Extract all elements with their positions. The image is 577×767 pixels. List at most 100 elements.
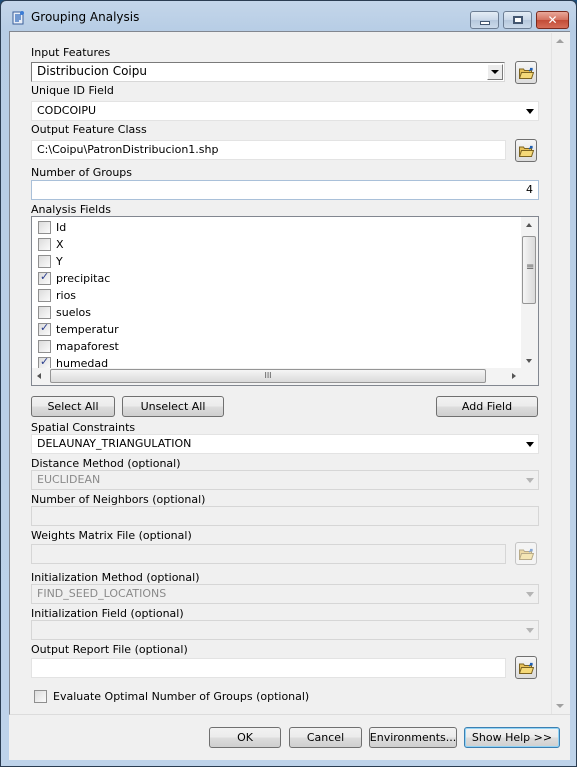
horizontal-scroll-thumb[interactable]: III — [50, 369, 486, 383]
analysis-field-checkbox[interactable] — [38, 321, 51, 336]
spatial-constraints-dropdown[interactable]: DELAUNAY_TRIANGULATION — [31, 434, 539, 454]
analysis-field-name: temperatur — [56, 323, 119, 336]
analysis-field-checkbox[interactable] — [38, 270, 51, 285]
initialization-field-label: Initialization Field (optional) — [31, 607, 184, 620]
open-folder-icon — [519, 662, 534, 674]
show-help-button[interactable]: Show Help >> — [464, 727, 560, 748]
initialization-method-value: FIND_SEED_LOCATIONS — [37, 587, 167, 600]
analysis-field-checkbox[interactable] — [38, 221, 51, 234]
input-features-browse-button[interactable] — [515, 61, 537, 84]
analysis-field-item[interactable]: suelos — [38, 304, 91, 321]
chevron-down-icon[interactable] — [487, 64, 503, 80]
evaluate-optimal-checkbox-row[interactable]: Evaluate Optimal Number of Groups (optio… — [34, 690, 309, 703]
vertical-scroll-thumb[interactable] — [522, 236, 536, 304]
input-features-value: Distribucion Coipu — [37, 64, 147, 78]
open-folder-icon — [519, 67, 534, 79]
distance-method-label: Distance Method (optional) — [31, 457, 181, 470]
number-of-groups-value: 4 — [526, 183, 533, 196]
analysis-field-checkbox[interactable] — [38, 238, 51, 251]
open-folder-icon — [519, 145, 534, 157]
analysis-field-item[interactable]: temperatur — [38, 321, 119, 338]
scroll-up-icon[interactable] — [526, 223, 532, 227]
initialization-field-dropdown[interactable] — [31, 620, 539, 640]
add-field-button[interactable]: Add Field — [436, 396, 538, 417]
title-bar[interactable]: Grouping Analysis ✕ — [1, 1, 576, 32]
analysis-field-item[interactable]: Y — [38, 253, 63, 270]
initialization-method-dropdown[interactable]: FIND_SEED_LOCATIONS — [31, 584, 539, 604]
analysis-field-checkbox[interactable] — [38, 289, 51, 302]
output-feature-class-label: Output Feature Class — [31, 123, 147, 136]
input-features-label: Input Features — [31, 46, 111, 59]
chevron-down-icon — [526, 592, 534, 597]
minimize-button[interactable] — [470, 11, 499, 29]
scroll-left-icon[interactable] — [37, 373, 41, 379]
unique-id-field-label: Unique ID Field — [31, 84, 114, 97]
open-folder-icon — [519, 548, 534, 560]
output-report-file-label: Output Report File (optional) — [31, 643, 188, 656]
output-report-browse-button[interactable] — [515, 656, 537, 679]
output-feature-class-input[interactable]: C:\Coipu\PatronDistribucion1.shp — [31, 140, 506, 160]
dialog-client-area: Input Features Distribucion Coipu Unique… — [9, 31, 570, 760]
analysis-field-item[interactable]: rios — [38, 287, 76, 304]
analysis-field-item[interactable]: Id — [38, 219, 66, 236]
analysis-field-checkbox[interactable] — [38, 255, 51, 268]
scroll-down-icon[interactable] — [556, 704, 564, 708]
analysis-fields-list[interactable]: Id XYprecipitac rios suelos temperatur mapafo… — [31, 216, 539, 386]
analysis-fields-horizontal-scrollbar[interactable]: III — [32, 368, 521, 385]
parameters-vertical-scrollbar[interactable] — [551, 33, 568, 714]
window-title: Grouping Analysis — [31, 10, 140, 24]
evaluate-optimal-checkbox[interactable] — [34, 690, 47, 703]
ok-button[interactable]: OK — [209, 727, 281, 748]
output-feature-class-browse-button[interactable] — [515, 139, 537, 162]
minimize-icon — [479, 20, 490, 25]
distance-method-dropdown[interactable]: EUCLIDEAN — [31, 470, 539, 490]
spatial-constraints-label: Spatial Constraints — [31, 421, 136, 434]
chevron-down-icon — [526, 442, 534, 447]
initialization-method-label: Initialization Method (optional) — [31, 571, 200, 584]
close-button[interactable]: ✕ — [536, 11, 569, 29]
analysis-field-name: rios — [56, 289, 77, 302]
python-script-icon — [12, 11, 24, 25]
analysis-field-item[interactable]: precipitac — [38, 270, 110, 287]
close-icon: ✕ — [547, 13, 558, 27]
output-report-file-input[interactable] — [31, 658, 506, 678]
number-of-neighbors-input[interactable] — [31, 506, 539, 526]
maximize-icon — [512, 16, 523, 24]
analysis-field-checkbox[interactable] — [38, 340, 51, 353]
number-of-groups-label: Number of Groups — [31, 166, 133, 179]
chevron-down-icon — [526, 478, 534, 483]
cancel-button[interactable]: Cancel — [289, 727, 362, 748]
analysis-field-checkbox[interactable] — [38, 306, 51, 319]
weights-matrix-browse-button[interactable] — [515, 542, 537, 565]
environments-button[interactable]: Environments... — [369, 727, 457, 748]
spatial-constraints-value: DELAUNAY_TRIANGULATION — [37, 437, 192, 450]
unique-id-field-value: CODCOIPU — [37, 104, 97, 117]
analysis-field-name: Y — [56, 255, 63, 268]
chevron-down-icon — [526, 109, 534, 114]
parameters-panel: Input Features Distribucion Coipu Unique… — [9, 31, 570, 715]
analysis-fields-vertical-scrollbar[interactable] — [521, 217, 538, 369]
scroll-down-icon[interactable] — [526, 359, 532, 363]
analysis-field-name: precipitac — [56, 272, 111, 285]
analysis-fields-label: Analysis Fields — [31, 203, 111, 216]
unique-id-field-dropdown[interactable]: CODCOIPU — [31, 101, 539, 121]
output-feature-class-value: C:\Coipu\PatronDistribucion1.shp — [37, 143, 219, 156]
analysis-field-item[interactable]: mapaforest — [38, 338, 119, 355]
maximize-button[interactable] — [503, 11, 532, 29]
distance-method-value: EUCLIDEAN — [37, 473, 101, 486]
analysis-field-item[interactable]: X — [38, 236, 64, 253]
scroll-up-icon[interactable] — [556, 39, 564, 43]
chevron-down-icon — [526, 628, 534, 633]
select-all-button[interactable]: Select All — [31, 396, 115, 417]
analysis-field-name: mapaforest — [56, 340, 119, 353]
unselect-all-button[interactable]: Unselect All — [122, 396, 224, 417]
number-of-neighbors-label: Number of Neighbors (optional) — [31, 493, 206, 506]
weights-matrix-file-input[interactable] — [31, 544, 506, 564]
input-features-dropdown[interactable]: Distribucion Coipu — [31, 62, 505, 82]
scrollbar-corner — [521, 368, 538, 385]
evaluate-optimal-label: Evaluate Optimal Number of Groups (optio… — [53, 690, 310, 703]
analysis-field-name: Id — [56, 221, 67, 234]
number-of-groups-input[interactable]: 4 — [31, 180, 539, 200]
grouping-analysis-window: Grouping Analysis ✕ Input Features Distr… — [0, 0, 577, 767]
scroll-right-icon[interactable] — [512, 373, 516, 379]
